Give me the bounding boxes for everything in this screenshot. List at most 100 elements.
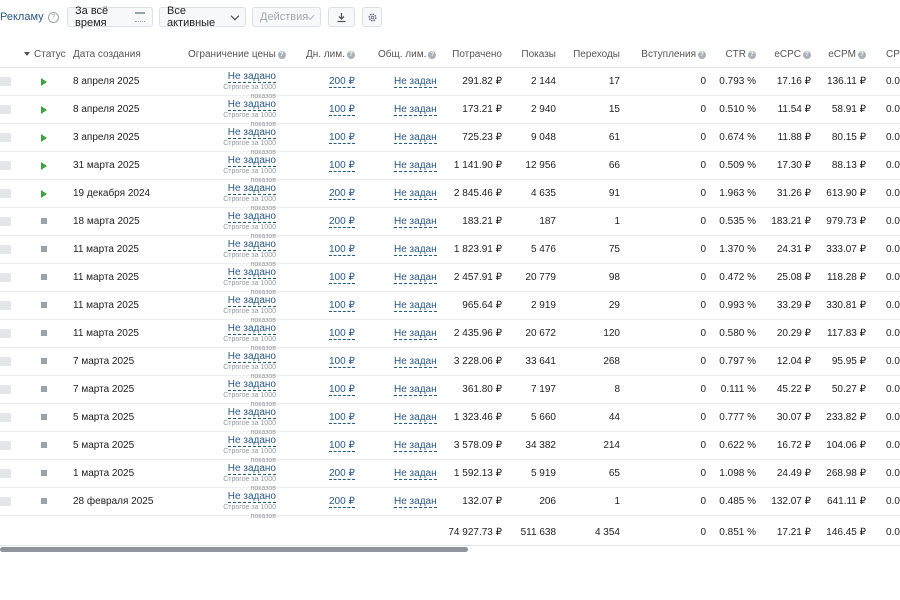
price-limit-link[interactable]: Не задано bbox=[227, 211, 276, 223]
column-ecpc-header[interactable]: eCPC? bbox=[774, 49, 811, 60]
table-row[interactable]: 11 марта 2025 Не задано Строгое за 1000 … bbox=[0, 236, 900, 268]
daily-limit-link[interactable]: 100 ₽ bbox=[329, 412, 355, 424]
table-row[interactable]: 7 марта 2025 Не задано Строгое за 1000 п… bbox=[0, 376, 900, 408]
daily-limit-link[interactable]: 200 ₽ bbox=[329, 76, 355, 88]
table-row[interactable]: 11 марта 2025 Не задано Строгое за 1000 … bbox=[0, 264, 900, 296]
total-limit-link[interactable]: Не задан bbox=[394, 160, 437, 172]
total-limit-link[interactable]: Не задан bbox=[394, 384, 437, 396]
created-date: 11 марта 2025 bbox=[73, 328, 139, 339]
column-cpj-header[interactable]: CPJ bbox=[886, 49, 900, 60]
price-limit-link[interactable]: Не задано bbox=[227, 267, 276, 279]
price-limit-link[interactable]: Не задано bbox=[227, 239, 276, 251]
total-limit-link[interactable]: Не задан bbox=[394, 412, 437, 424]
price-limit-link[interactable]: Не задано bbox=[227, 351, 276, 363]
table-row[interactable]: 3 апреля 2025 Не задано Строгое за 1000 … bbox=[0, 124, 900, 156]
help-icon[interactable]: ? bbox=[803, 51, 811, 59]
column-total-limit-header[interactable]: Общ. лим.? bbox=[378, 49, 437, 60]
total-limit-link[interactable]: Не задан bbox=[394, 132, 437, 144]
total-limit-link[interactable]: Не задан bbox=[394, 216, 437, 228]
price-limit-link[interactable]: Не задано bbox=[227, 99, 276, 111]
total-limit-link[interactable]: Не задан bbox=[394, 188, 437, 200]
total-limit-link[interactable]: Не задан bbox=[394, 76, 437, 88]
price-limit-link[interactable]: Не задано bbox=[227, 379, 276, 391]
table-row[interactable]: 28 февраля 2025 Не задано Строгое за 100… bbox=[0, 488, 900, 520]
help-icon[interactable]: ? bbox=[858, 51, 866, 59]
column-ecpm-header[interactable]: eCPM? bbox=[828, 49, 866, 60]
ctr-value: 0.580 % bbox=[719, 328, 756, 339]
column-created-header[interactable]: Дата создания bbox=[73, 49, 141, 60]
period-select[interactable]: За всё время bbox=[67, 5, 153, 29]
price-limit-link[interactable]: Не задано bbox=[227, 127, 276, 139]
daily-limit-link[interactable]: 100 ₽ bbox=[329, 328, 355, 340]
table-row[interactable]: 8 апреля 2025 Не задано Строгое за 1000 … bbox=[0, 96, 900, 128]
help-icon[interactable]: ? bbox=[748, 51, 756, 59]
price-limit-link[interactable]: Не задано bbox=[227, 491, 276, 503]
help-icon[interactable]: ? bbox=[346, 51, 355, 59]
download-button[interactable] bbox=[328, 7, 355, 27]
daily-limit-link[interactable]: 100 ₽ bbox=[329, 356, 355, 368]
price-limit-link[interactable]: Не задано bbox=[227, 323, 276, 335]
column-status-header[interactable]: Статус bbox=[24, 49, 66, 60]
table-row[interactable]: 19 декабря 2024 Не задано Строгое за 100… bbox=[0, 180, 900, 212]
ctr-value: 0.797 % bbox=[719, 356, 756, 367]
column-daily-limit-header[interactable]: Дн. лим.? bbox=[306, 49, 355, 60]
daily-limit-link[interactable]: 100 ₽ bbox=[329, 384, 355, 396]
actions-select[interactable]: Действия bbox=[252, 7, 321, 27]
total-limit-link[interactable]: Не задан bbox=[394, 468, 437, 480]
total-limit-link[interactable]: Не задан bbox=[394, 244, 437, 256]
cpj-value: 0.0 bbox=[886, 496, 900, 507]
price-limit-link[interactable]: Не задано bbox=[227, 71, 276, 83]
daily-limit-link[interactable]: 200 ₽ bbox=[329, 188, 355, 200]
price-limit-link[interactable]: Не задано bbox=[227, 435, 276, 447]
column-joins-header[interactable]: Вступления? bbox=[641, 49, 706, 60]
total-limit-link[interactable]: Не задан bbox=[394, 496, 437, 508]
table-row[interactable]: 8 апреля 2025 Не задано Строгое за 1000 … bbox=[0, 68, 900, 100]
daily-limit-link[interactable]: 100 ₽ bbox=[329, 300, 355, 312]
help-icon[interactable]: ? bbox=[698, 51, 706, 59]
daily-limit-link[interactable]: 100 ₽ bbox=[329, 132, 355, 144]
daily-limit-link[interactable]: 100 ₽ bbox=[329, 272, 355, 284]
create-ad-button[interactable]: Рекламу ? bbox=[0, 7, 59, 27]
help-icon[interactable]: ? bbox=[277, 51, 286, 59]
status-filter-select[interactable]: Все активные bbox=[159, 5, 246, 29]
table-row[interactable]: 11 марта 2025 Не задано Строгое за 1000 … bbox=[0, 292, 900, 324]
table-row[interactable]: 18 марта 2025 Не задано Строгое за 1000 … bbox=[0, 208, 900, 240]
help-icon[interactable]: ? bbox=[428, 51, 437, 59]
daily-limit-link[interactable]: 100 ₽ bbox=[329, 244, 355, 256]
table-row[interactable]: 7 марта 2025 Не задано Строгое за 1000 п… bbox=[0, 348, 900, 380]
created-date: 3 апреля 2025 bbox=[73, 132, 140, 143]
column-spent-header[interactable]: Потрачено bbox=[452, 49, 502, 60]
daily-limit-link[interactable]: 200 ₽ bbox=[329, 496, 355, 508]
table-row[interactable]: 5 марта 2025 Не задано Строгое за 1000 п… bbox=[0, 432, 900, 464]
total-limit-link[interactable]: Не задан bbox=[394, 328, 437, 340]
help-icon[interactable]: ? bbox=[47, 11, 59, 23]
column-price-limit-header[interactable]: Ограничение цены? bbox=[188, 49, 286, 60]
table-row[interactable]: 31 марта 2025 Не задано Строгое за 1000 … bbox=[0, 152, 900, 184]
total-limit-link[interactable]: Не задан bbox=[394, 440, 437, 452]
settings-button[interactable] bbox=[362, 7, 382, 27]
horizontal-scrollbar[interactable] bbox=[0, 547, 468, 552]
total-limit-link[interactable]: Не задан bbox=[394, 300, 437, 312]
table-row[interactable]: 1 марта 2025 Не задано Строгое за 1000 п… bbox=[0, 460, 900, 492]
column-clicks-header[interactable]: Переходы bbox=[573, 49, 620, 60]
column-ctr-header[interactable]: CTR? bbox=[725, 49, 756, 60]
total-limit-link[interactable]: Не задан bbox=[394, 104, 437, 116]
table-row[interactable]: 5 марта 2025 Не задано Строгое за 1000 п… bbox=[0, 404, 900, 436]
price-limit-link[interactable]: Не задано bbox=[227, 295, 276, 307]
daily-limit-link[interactable]: 200 ₽ bbox=[329, 216, 355, 228]
ctr-value: 1.098 % bbox=[719, 468, 756, 479]
total-limit-link[interactable]: Не задан bbox=[394, 356, 437, 368]
daily-limit-link[interactable]: 100 ₽ bbox=[329, 104, 355, 116]
table-row[interactable]: 11 марта 2025 Не задано Строгое за 1000 … bbox=[0, 320, 900, 352]
column-views-header[interactable]: Показы bbox=[521, 49, 556, 60]
price-limit-link[interactable]: Не задано bbox=[227, 155, 276, 167]
total-limit-link[interactable]: Не задан bbox=[394, 272, 437, 284]
price-limit-link[interactable]: Не задано bbox=[227, 407, 276, 419]
price-limit-link[interactable]: Не задано bbox=[227, 183, 276, 195]
ecpc-value: 20.29 ₽ bbox=[776, 328, 811, 339]
daily-limit-link[interactable]: 100 ₽ bbox=[329, 160, 355, 172]
daily-limit-link[interactable]: 100 ₽ bbox=[329, 440, 355, 452]
price-limit-link[interactable]: Не задано bbox=[227, 463, 276, 475]
daily-limit-link[interactable]: 200 ₽ bbox=[329, 468, 355, 480]
row-name-placeholder bbox=[0, 329, 11, 338]
